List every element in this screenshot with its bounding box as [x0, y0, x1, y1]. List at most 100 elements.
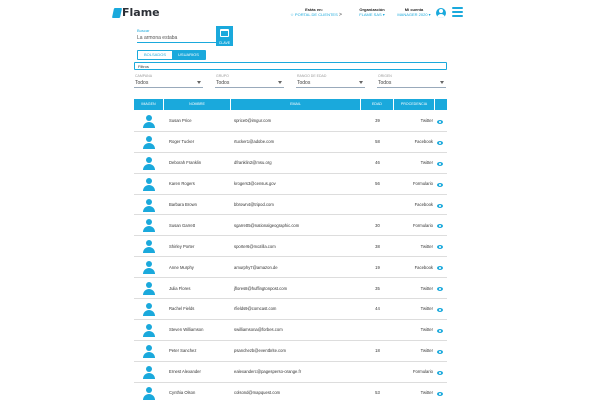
- user-avatar-icon: [143, 198, 155, 212]
- table-row[interactable]: Roger Tucker rtucker1@adobe.com 58 Facebook: [134, 132, 447, 153]
- source-cell: Twitter: [420, 327, 433, 333]
- table-row[interactable]: Karen Rogers krogers3@census.gov 56 Formula…: [134, 174, 447, 195]
- source-cell: Twitter: [420, 160, 433, 166]
- organization-selector[interactable]: Organización FLAME SAS ▾: [347, 7, 397, 17]
- table-row[interactable]: Shirley Porter sporter6@mozilla.com 38 Twit…: [134, 236, 447, 258]
- eye-icon: [437, 203, 443, 208]
- header-actions: [435, 99, 447, 110]
- avatar-cell: [134, 111, 164, 131]
- brand-name: Flame: [122, 6, 160, 19]
- name-cell: Steven Williamson: [169, 327, 204, 333]
- table-row[interactable]: Barbara Brown bbrown4@tripod.com Facebook: [134, 195, 447, 216]
- eye-icon: [437, 328, 443, 333]
- portal-value: ☆ PORTAL DE CLIENTES: [290, 12, 338, 17]
- view-button[interactable]: [435, 383, 447, 400]
- table-row[interactable]: Susan Garrett sgarrett5@nationalgeographi…: [134, 215, 447, 237]
- avatar-cell: [134, 132, 164, 152]
- user-avatar-icon: [143, 282, 155, 296]
- origin-select[interactable]: ORIGEN Todos: [377, 73, 446, 88]
- view-button[interactable]: [435, 215, 447, 235]
- name-cell: Roger Tucker: [169, 139, 195, 145]
- header-imagen[interactable]: IMAGEN: [134, 99, 164, 110]
- avatar-cell: [134, 215, 164, 235]
- view-button[interactable]: [435, 320, 447, 340]
- table-row[interactable]: Peter Sanchez psanchezb@eventbrite.com 18 T…: [134, 341, 447, 362]
- age-cell: 56: [375, 181, 380, 187]
- table-row[interactable]: Anne Murphy amurphy7@amazon.de 19 Facebook: [134, 257, 447, 279]
- account-menu[interactable]: Mi cuenta MANAGER 2020 ▾: [391, 7, 437, 17]
- user-avatar-icon[interactable]: [436, 8, 446, 18]
- eye-icon: [437, 245, 443, 250]
- app-logo[interactable]: Flame: [111, 6, 160, 19]
- avatar-cell: [134, 257, 164, 277]
- group-select[interactable]: GRUPO Todos: [215, 73, 284, 88]
- user-avatar-icon: [143, 365, 155, 379]
- view-button[interactable]: [435, 278, 447, 298]
- view-button[interactable]: [435, 341, 447, 361]
- select-label: CAMPANA: [135, 74, 153, 78]
- source-cell: Twitter: [420, 285, 433, 291]
- view-button[interactable]: [435, 132, 447, 152]
- select-value: Todos: [216, 80, 230, 86]
- table-row[interactable]: Julia Flores jflores8@huffingtonpost.com 3…: [134, 278, 447, 300]
- account-value: MANAGER 2020 ▾: [397, 12, 431, 17]
- search-input[interactable]: [137, 34, 216, 42]
- avatar-cell: [134, 236, 164, 256]
- eye-icon: [437, 370, 443, 375]
- age-cell: 53: [375, 390, 380, 396]
- hamburger-menu-icon[interactable]: [452, 7, 463, 17]
- calendar-icon: [220, 29, 229, 37]
- source-cell: Twitter: [420, 306, 433, 312]
- user-avatar-icon: [143, 115, 155, 128]
- eye-icon: [437, 287, 443, 292]
- table-row[interactable]: Cynthia Olson colsond@mapquest.com 53 Twitt…: [134, 383, 447, 400]
- table-row[interactable]: Steven Williamson swilliamsona@forbes.com…: [134, 320, 447, 341]
- user-avatar-icon: [143, 219, 155, 233]
- view-button[interactable]: [435, 174, 447, 194]
- table-row[interactable]: Susan Price sprice0@imgur.com 39 Twitter: [134, 111, 447, 132]
- email-cell: rtucker1@adobe.com: [234, 139, 275, 145]
- table-row[interactable]: Deborah Franklin dfranklin2@msu.org 46 Twit…: [134, 153, 447, 174]
- user-avatar-icon: [143, 156, 155, 170]
- avatar-cell: [134, 341, 164, 361]
- age-cell: 58: [375, 139, 380, 145]
- name-cell: Shirley Porter: [169, 243, 195, 249]
- source-cell: Facebook: [414, 202, 433, 207]
- user-avatar-icon: [143, 344, 155, 358]
- email-cell: bbrown4@tripod.com: [234, 202, 274, 207]
- view-button[interactable]: [435, 257, 447, 277]
- name-cell: Julia Flores: [169, 285, 191, 291]
- table-row[interactable]: Rachel Fields rfields9@comcast.com 44 Twitt…: [134, 299, 447, 320]
- header-edad[interactable]: EDAD: [361, 99, 394, 110]
- eye-icon: [437, 161, 443, 166]
- filter-bar[interactable]: Filtros: [134, 62, 447, 70]
- age-range-select[interactable]: RANGO DE EDAD Todos: [296, 73, 365, 88]
- campaign-select[interactable]: CAMPANA Todos: [134, 73, 203, 88]
- view-button[interactable]: [435, 299, 447, 319]
- view-button[interactable]: [435, 153, 447, 173]
- toggle-bolsados[interactable]: BOLSADOS: [138, 51, 173, 59]
- table-row[interactable]: Ernest Alexander ealexanderc@pagesperso-o…: [134, 362, 447, 383]
- eye-icon: [437, 349, 443, 354]
- search-button[interactable]: CLAVE: [216, 26, 233, 46]
- name-cell: Barbara Brown: [169, 202, 197, 207]
- toggle-usuarios[interactable]: USUARIOS: [172, 51, 205, 59]
- flame-logo-icon: [111, 7, 123, 18]
- view-button[interactable]: [435, 111, 447, 131]
- avatar-cell: [134, 383, 164, 400]
- view-button[interactable]: [435, 362, 447, 382]
- user-avatar-icon: [143, 323, 155, 337]
- header-procedencia[interactable]: PROCEDENCIA: [394, 99, 435, 110]
- top-bar: Flame Estás en: ☆ PORTAL DE CLIENTES > O…: [107, 0, 467, 26]
- email-cell: rfields9@comcast.com: [234, 306, 277, 312]
- name-cell: Susan Garrett: [169, 222, 196, 228]
- header-nombre[interactable]: NOMBRE: [164, 99, 231, 110]
- view-button[interactable]: [435, 236, 447, 256]
- portal-selector[interactable]: Estás en: ☆ PORTAL DE CLIENTES: [289, 7, 339, 17]
- email-cell: jflores8@huffingtonpost.com: [234, 285, 288, 291]
- header-email[interactable]: EMAIL: [231, 99, 361, 110]
- source-cell: Twitter: [420, 118, 433, 124]
- select-label: GRUPO: [216, 74, 229, 78]
- age-cell: 39: [375, 118, 380, 124]
- view-button[interactable]: [435, 195, 447, 215]
